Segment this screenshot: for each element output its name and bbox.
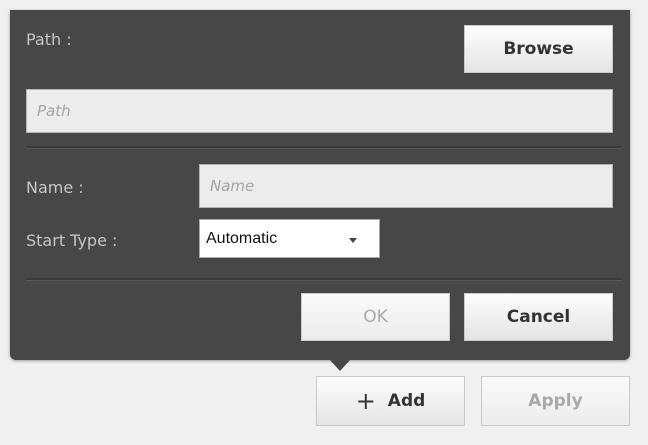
add-button[interactable]: + Add [316,376,465,426]
name-label: Name : [26,178,84,197]
add-button-label: Add [387,391,426,411]
popup-pointer [329,359,351,371]
ok-button[interactable]: OK [301,293,450,341]
divider [26,278,622,281]
name-input[interactable] [199,164,613,208]
browse-button-label: Browse [503,39,574,59]
start-type-value: Automatic [206,229,278,247]
browse-button[interactable]: Browse [464,25,613,73]
path-label: Path : [26,30,72,49]
start-type-label: Start Type : [26,231,118,250]
service-panel: Path : Browse Name : Start Type : OK Can… [0,0,648,445]
cancel-button[interactable]: Cancel [464,293,613,341]
divider [26,146,622,149]
apply-button-label: Apply [528,391,583,411]
start-type-select[interactable]: Automatic [199,219,380,258]
apply-button[interactable]: Apply [481,376,630,426]
ok-button-label: OK [363,307,388,327]
cancel-button-label: Cancel [506,307,571,327]
add-service-popup: Path : Browse Name : Start Type : OK Can… [10,10,630,360]
chevron-down-icon [349,238,357,243]
path-input[interactable] [26,89,613,133]
plus-icon: + [355,387,376,415]
